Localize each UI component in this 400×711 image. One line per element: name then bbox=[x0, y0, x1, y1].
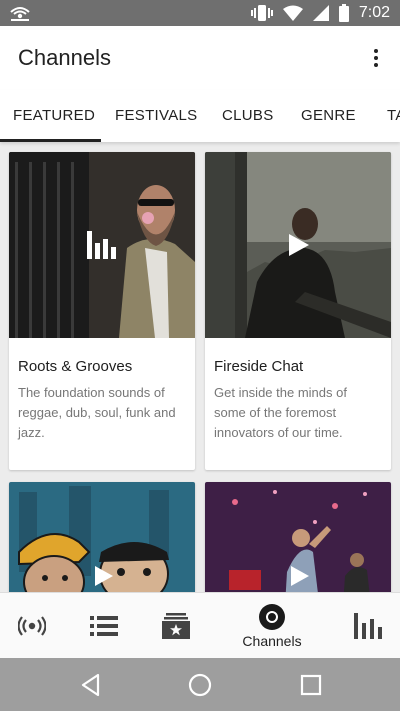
channel-card-image bbox=[205, 152, 391, 338]
status-time: 7:02 bbox=[358, 4, 390, 21]
tab-partial[interactable]: TA bbox=[387, 90, 400, 142]
bottom-navigation: Channels bbox=[0, 592, 400, 658]
status-bar: 7:02 bbox=[0, 0, 400, 26]
channels-icon bbox=[259, 604, 285, 630]
broadcast-notification-icon bbox=[10, 7, 30, 21]
tab-featured[interactable]: FEATURED bbox=[13, 90, 95, 142]
library-icon bbox=[162, 613, 190, 639]
back-icon[interactable] bbox=[78, 672, 104, 698]
tab-clubs[interactable]: CLUBS bbox=[222, 90, 274, 142]
home-icon[interactable] bbox=[187, 672, 213, 698]
bottom-nav-channels[interactable]: Channels bbox=[230, 593, 314, 659]
play-icon bbox=[95, 566, 113, 586]
battery-icon bbox=[338, 4, 349, 22]
channel-card-roots-grooves[interactable]: Roots & Grooves The foundation sounds of… bbox=[9, 152, 195, 470]
bottom-nav-equalizer[interactable] bbox=[350, 593, 386, 659]
list-icon bbox=[90, 616, 118, 636]
system-navigation-bar bbox=[0, 658, 400, 711]
vibrate-icon bbox=[250, 5, 273, 21]
equalizer-icon bbox=[354, 613, 382, 639]
page-title: Channels bbox=[18, 45, 111, 70]
tab-festivals[interactable]: FESTIVALS bbox=[115, 90, 197, 142]
bottom-nav-library[interactable] bbox=[158, 593, 194, 659]
channel-card-fireside-chat[interactable]: Fireside Chat Get inside the minds of so… bbox=[205, 152, 391, 470]
channel-grid: Roots & Grooves The foundation sounds of… bbox=[0, 142, 400, 592]
channel-card-image bbox=[205, 482, 391, 592]
tab-genre[interactable]: GENRE bbox=[301, 90, 356, 142]
cell-signal-icon bbox=[312, 5, 329, 21]
channel-card-3[interactable] bbox=[9, 482, 195, 592]
play-icon bbox=[289, 234, 309, 256]
channel-card-title: Roots & Grooves bbox=[18, 358, 133, 375]
wifi-icon bbox=[282, 5, 303, 21]
channel-card-image bbox=[9, 482, 195, 592]
channel-card-description: Get inside the minds of some of the fore… bbox=[214, 385, 347, 440]
play-icon bbox=[291, 566, 309, 586]
equalizer-icon bbox=[87, 231, 116, 259]
app-bar: Channels bbox=[0, 26, 400, 90]
channel-card-image bbox=[9, 152, 195, 338]
bottom-nav-live[interactable] bbox=[12, 593, 52, 659]
tab-bar: FEATURED FESTIVALS CLUBS GENRE TA bbox=[0, 90, 400, 142]
live-radio-icon bbox=[18, 616, 46, 636]
recents-icon[interactable] bbox=[298, 672, 324, 698]
bottom-nav-channels-label: Channels bbox=[242, 633, 302, 649]
overflow-menu-icon[interactable] bbox=[366, 46, 386, 70]
channel-card-4[interactable] bbox=[205, 482, 391, 592]
bottom-nav-list[interactable] bbox=[86, 593, 122, 659]
channel-card-description: The foundation sounds of reggae, dub, so… bbox=[18, 385, 176, 440]
channel-card-title: Fireside Chat bbox=[214, 358, 304, 375]
